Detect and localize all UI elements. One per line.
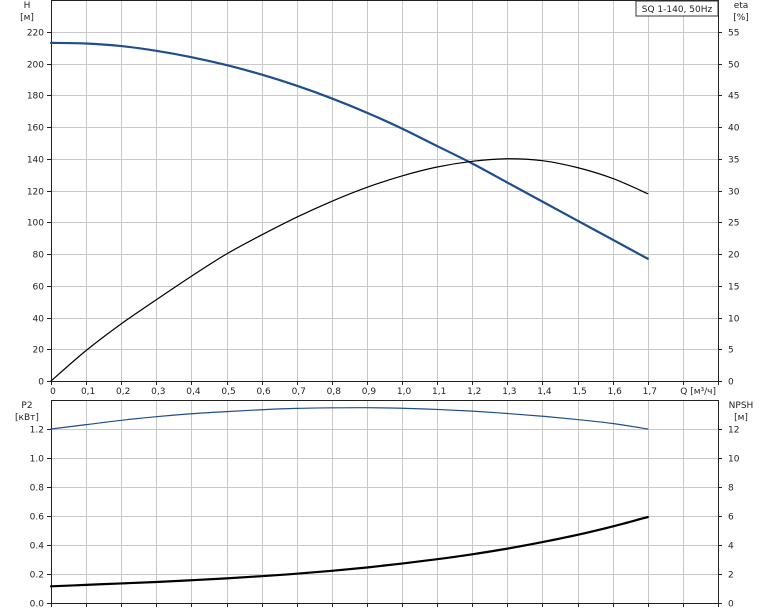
x-tick-label: 1,2 — [467, 387, 481, 397]
x-tick-label: 0,7 — [292, 387, 306, 397]
right-tick-label: 50 — [728, 61, 740, 71]
left-tick-label: 80 — [33, 251, 45, 261]
left-tick-label: 60 — [33, 283, 45, 293]
legend-label: SQ 1-140, 50Hz — [642, 5, 713, 15]
x-tick-label: 0,3 — [151, 387, 165, 397]
x-tick-label: 0 — [50, 387, 56, 397]
left-tick-label: 120 — [27, 188, 44, 198]
series-line-0-1 — [50, 158, 649, 382]
left-tick-label: 220 — [27, 29, 44, 39]
right-tick-label: 6 — [728, 513, 734, 523]
x-tick-label: 1,7 — [643, 387, 657, 397]
right-tick-label: 30 — [728, 188, 740, 198]
right-tick-label: 10 — [728, 455, 740, 465]
right-tick-label: 8 — [728, 484, 734, 494]
right-tick-label: 10 — [728, 315, 740, 325]
left-tick-label: 40 — [33, 315, 45, 325]
right-tick-label: 45 — [728, 92, 739, 102]
right-axis-title: NPSH — [729, 401, 754, 411]
x-tick-label: 1,3 — [502, 387, 516, 397]
x-tick-label: 0,6 — [256, 387, 271, 397]
left-tick-label: 0.2 — [30, 571, 44, 581]
right-tick-label: 15 — [728, 283, 739, 293]
right-tick-label: 55 — [728, 29, 739, 39]
left-axis-title: H — [24, 1, 31, 11]
grid-layer — [51, 0, 718, 603]
right-tick-label: 12 — [728, 426, 739, 436]
right-axis-title: eta — [734, 1, 749, 11]
x-tick-label: 0,4 — [186, 387, 201, 397]
left-tick-label: 0.4 — [30, 542, 45, 552]
left-tick-label: 180 — [27, 92, 44, 102]
left-tick-label: 200 — [27, 61, 44, 71]
series-line-1-1 — [49, 515, 649, 588]
left-tick-label: 0.0 — [30, 600, 45, 610]
x-tick-label: 0,1 — [81, 387, 95, 397]
right-tick-label: 25 — [728, 219, 739, 229]
left-tick-label: 1.2 — [30, 426, 44, 436]
right-tick-label: 5 — [728, 346, 734, 356]
series-line-1-0 — [50, 407, 649, 430]
x-tick-label: 1,4 — [537, 387, 552, 397]
x-tick-label: 1,0 — [397, 387, 412, 397]
left-axis-unit: [м] — [20, 13, 34, 23]
right-tick-label: 2 — [728, 571, 734, 581]
x-tick-label: 1,1 — [432, 387, 446, 397]
right-tick-label: 0 — [728, 600, 734, 610]
pump-curve-chart: 0204060801001201401601802002200510152025… — [15, 0, 754, 610]
left-axis-title: P2 — [21, 401, 32, 411]
x-tick-label: 0,9 — [362, 387, 377, 397]
left-tick-label: 1.0 — [30, 455, 45, 465]
left-tick-label: 0.6 — [30, 513, 45, 523]
x-axis-title: Q [м³/ч] — [680, 387, 716, 397]
left-tick-label: 0 — [38, 378, 44, 388]
left-tick-label: 0.8 — [30, 484, 45, 494]
x-tick-label: 1,6 — [608, 387, 623, 397]
series-layer — [49, 41, 649, 588]
right-tick-label: 4 — [728, 542, 734, 552]
x-tick-label: 0,5 — [221, 387, 235, 397]
left-tick-label: 100 — [27, 219, 44, 229]
left-tick-label: 140 — [27, 156, 44, 166]
right-tick-label: 0 — [728, 378, 734, 388]
series-line-0-0 — [49, 41, 649, 260]
x-tick-label: 0,8 — [327, 387, 342, 397]
right-axis-unit: [%] — [733, 13, 749, 23]
plot-frame — [51, 400, 719, 604]
left-tick-label: 20 — [33, 346, 45, 356]
left-tick-label: 160 — [27, 124, 44, 134]
right-tick-label: 20 — [728, 251, 740, 261]
x-tick-label: 0,2 — [116, 387, 130, 397]
right-axis-unit: [м] — [734, 413, 748, 423]
right-tick-label: 40 — [728, 124, 740, 134]
left-axis-unit: [кВт] — [15, 413, 39, 423]
x-tick-label: 1,5 — [572, 387, 586, 397]
right-tick-label: 35 — [728, 156, 739, 166]
